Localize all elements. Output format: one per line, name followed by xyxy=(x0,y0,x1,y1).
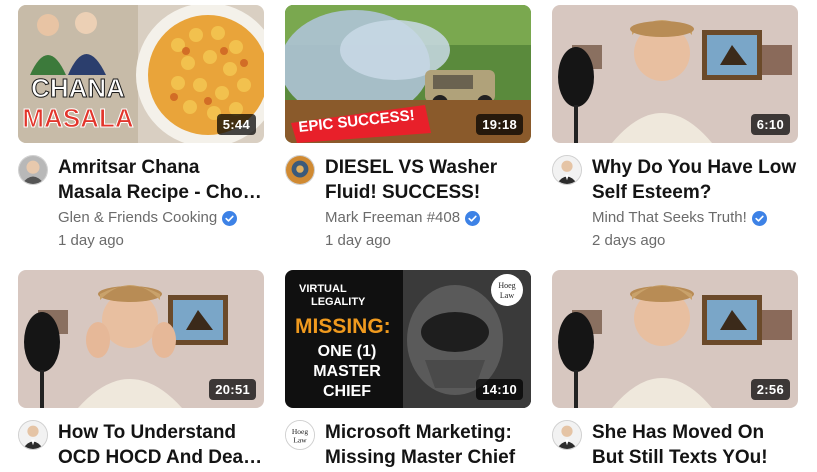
verified-icon xyxy=(751,210,767,226)
duration-badge: 20:51 xyxy=(209,379,256,400)
video-card[interactable]: 6:10 Why Do You Have Low Self Esteem? Mi… xyxy=(552,5,798,251)
video-title[interactable]: She Has Moved On But Still Texts YOu! xyxy=(592,420,798,470)
duration-badge: 6:10 xyxy=(750,114,790,135)
svg-text:MASALA: MASALA xyxy=(22,103,133,133)
channel-avatar[interactable]: Hoeg Law xyxy=(285,420,315,450)
verified-icon xyxy=(222,210,238,226)
upload-age: 1 day ago xyxy=(58,232,124,249)
video-card[interactable]: Hoeg Law VIRTUAL LEGALITY MISSING: ONE (… xyxy=(285,270,531,470)
video-thumbnail[interactable]: CHANA MASALA 5:44 xyxy=(18,5,264,143)
video-meta: DIESEL VS Washer Fluid! SUCCESS! Mark Fr… xyxy=(285,155,531,251)
svg-text:Hoeg: Hoeg xyxy=(498,281,515,290)
svg-text:ONE (1): ONE (1) xyxy=(318,343,377,360)
person-avatar-icon xyxy=(19,421,47,449)
channel-name[interactable]: Mind That Seeks Truth! xyxy=(592,208,747,228)
channel-avatar[interactable] xyxy=(552,420,582,450)
video-thumbnail[interactable]: 20:51 xyxy=(18,270,264,408)
person-avatar-icon xyxy=(553,421,581,449)
video-card[interactable]: CHANA MASALA 5:44 Amritsar Chana Masala … xyxy=(18,5,264,251)
video-meta: How To Understand OCD HOCD And Deal With… xyxy=(18,420,264,470)
person-avatar-icon xyxy=(19,156,47,184)
svg-text:Law: Law xyxy=(293,435,307,444)
video-title[interactable]: DIESEL VS Washer Fluid! SUCCESS! xyxy=(325,155,531,205)
upload-age: 1 day ago xyxy=(325,232,391,249)
video-thumbnail[interactable]: EPIC SUCCESS! 19:18 xyxy=(285,5,531,143)
channel-name-row[interactable]: Mind That Seeks Truth! xyxy=(592,208,798,228)
video-title[interactable]: Why Do You Have Low Self Esteem? xyxy=(592,155,798,205)
person-avatar-icon xyxy=(286,156,314,184)
channel-avatar[interactable] xyxy=(18,155,48,185)
video-card[interactable]: EPIC SUCCESS! 19:18 DIESEL VS Washer Flu… xyxy=(285,5,531,251)
svg-text:MISSING:: MISSING: xyxy=(295,315,391,338)
person-avatar-icon xyxy=(553,156,581,184)
duration-badge: 19:18 xyxy=(476,114,523,135)
video-meta: Why Do You Have Low Self Esteem? Mind Th… xyxy=(552,155,798,251)
channel-name-row[interactable]: Glen & Friends Cooking xyxy=(58,208,264,228)
channel-name-row[interactable]: Mark Freeman #408 xyxy=(325,208,531,228)
svg-text:VIRTUAL: VIRTUAL xyxy=(299,283,347,295)
duration-badge: 14:10 xyxy=(476,379,523,400)
hoeg-law-logo: Hoeg Law xyxy=(286,421,314,449)
video-thumbnail[interactable]: Hoeg Law VIRTUAL LEGALITY MISSING: ONE (… xyxy=(285,270,531,408)
svg-text:Law: Law xyxy=(500,291,514,300)
video-title[interactable]: Amritsar Chana Masala Recipe - Chole Mas… xyxy=(58,155,264,205)
verified-icon xyxy=(465,210,481,226)
upload-age: 2 days ago xyxy=(592,232,666,249)
duration-badge: 2:56 xyxy=(750,379,790,400)
video-thumbnail[interactable]: 6:10 xyxy=(552,5,798,143)
svg-text:MASTER: MASTER xyxy=(313,363,381,380)
channel-avatar[interactable] xyxy=(18,420,48,450)
video-meta: Amritsar Chana Masala Recipe - Chole Mas… xyxy=(18,155,264,251)
video-title[interactable]: Microsoft Marketing: Missing Master Chie… xyxy=(325,420,531,470)
video-meta: Hoeg Law Microsoft Marketing: Missing Ma… xyxy=(285,420,531,470)
channel-name[interactable]: Glen & Friends Cooking xyxy=(58,208,217,228)
video-title[interactable]: How To Understand OCD HOCD And Deal With… xyxy=(58,420,264,470)
channel-avatar[interactable] xyxy=(285,155,315,185)
svg-text:CHANA: CHANA xyxy=(31,73,125,103)
channel-name[interactable]: Mark Freeman #408 xyxy=(325,208,460,228)
channel-avatar[interactable] xyxy=(552,155,582,185)
video-card[interactable]: 2:56 She Has Moved On But Still Texts YO… xyxy=(552,270,798,470)
video-meta: She Has Moved On But Still Texts YOu! xyxy=(552,420,798,470)
svg-text:CHIEF: CHIEF xyxy=(323,383,371,400)
video-grid: CHANA MASALA 5:44 Amritsar Chana Masala … xyxy=(0,0,817,472)
video-card[interactable]: 20:51 How To Understand OCD HOCD And Dea… xyxy=(18,270,264,470)
video-thumbnail[interactable]: 2:56 xyxy=(552,270,798,408)
svg-text:LEGALITY: LEGALITY xyxy=(311,296,366,308)
duration-badge: 5:44 xyxy=(216,114,256,135)
